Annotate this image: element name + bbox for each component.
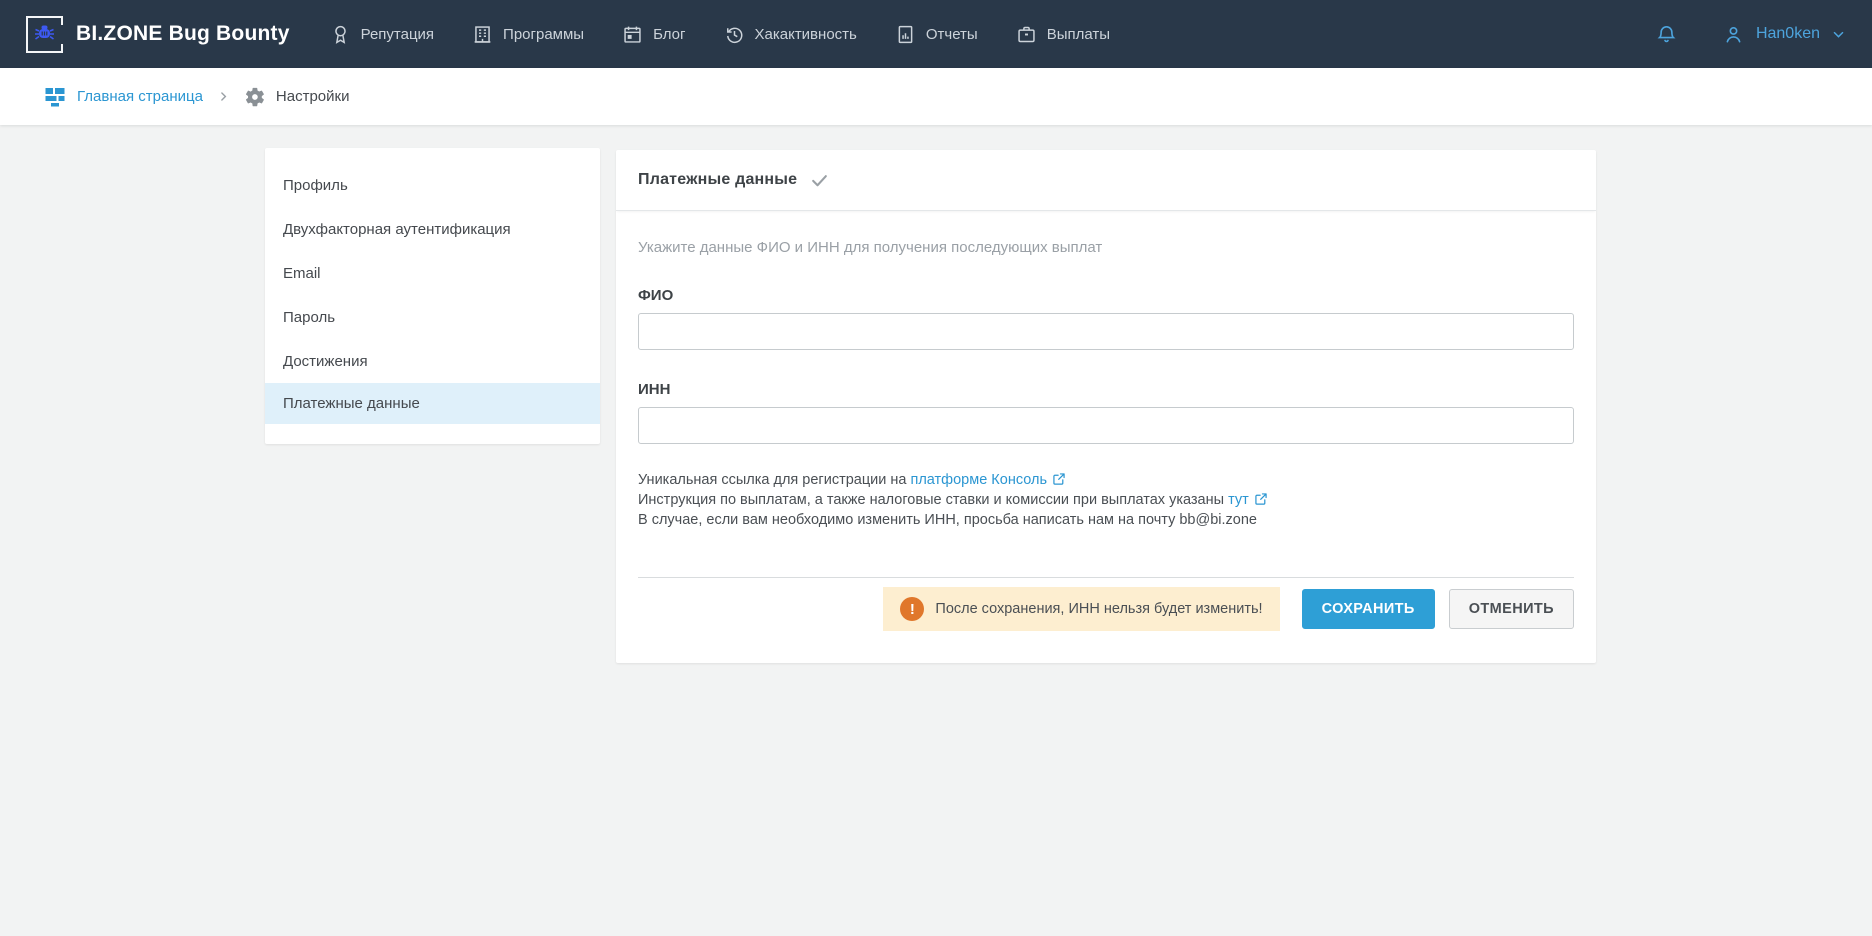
chevron-down-icon — [1831, 27, 1846, 42]
breadcrumb-current: Настройки — [244, 86, 350, 108]
breadcrumb-home[interactable]: Главная страница — [43, 85, 203, 109]
breadcrumb-current-label: Настройки — [276, 88, 350, 105]
nav-item-reports[interactable]: Отчеты — [895, 24, 978, 45]
panel-header: Платежные данные — [616, 150, 1596, 211]
info-line-2-text: Инструкция по выплатам, а также налоговы… — [638, 492, 1228, 508]
calendar-icon — [622, 24, 643, 45]
sidebar-item-email[interactable]: Email — [265, 251, 600, 295]
nav-item-label: Блог — [653, 26, 685, 43]
logo-bracket-notch — [58, 25, 66, 44]
nav-item-programs[interactable]: Программы — [472, 24, 584, 45]
top-navbar: BI.ZONE Bug Bounty Репутация Программы — [0, 0, 1872, 68]
notifications-button[interactable] — [1655, 23, 1678, 46]
warning-icon: ! — [900, 597, 924, 621]
nav-item-label: Выплаты — [1047, 26, 1110, 43]
cancel-button[interactable]: ОТМЕНИТЬ — [1449, 589, 1574, 629]
sidebar-item-2fa[interactable]: Двухфакторная аутентификация — [265, 207, 600, 251]
bell-icon — [1655, 23, 1678, 46]
medal-icon — [330, 24, 351, 45]
info-line-1-text: Уникальная ссылка для регистрации на — [638, 472, 910, 488]
nav-item-hackactivity[interactable]: Хакактивность — [724, 24, 857, 45]
console-platform-link[interactable]: платформе Консоль — [910, 472, 1047, 488]
briefcase-icon — [1016, 24, 1037, 45]
nav-item-label: Хакактивность — [755, 26, 857, 43]
main-nav: Репутация Программы Блог Хака — [330, 24, 1110, 45]
inn-input[interactable] — [638, 407, 1574, 444]
user-menu[interactable]: Han0ken — [1722, 23, 1846, 46]
info-line-2: Инструкция по выплатам, а также налоговы… — [638, 490, 1574, 510]
inn-label: ИНН — [638, 381, 1574, 398]
inn-warning: ! После сохранения, ИНН нельзя будет изм… — [883, 587, 1279, 631]
nav-item-payouts[interactable]: Выплаты — [1016, 24, 1110, 45]
sidebar-item-profile[interactable]: Профиль — [265, 163, 600, 207]
info-line-3: В случае, если вам необходимо изменить И… — [638, 510, 1574, 530]
panel-body: Укажите данные ФИО и ИНН для получения п… — [616, 239, 1596, 658]
external-link-icon[interactable] — [1254, 492, 1268, 506]
nav-item-label: Отчеты — [926, 26, 978, 43]
warning-text: После сохранения, ИНН нельзя будет измен… — [935, 601, 1262, 617]
payment-data-panel: Платежные данные Укажите данные ФИО и ИН… — [616, 150, 1596, 663]
user-name: Han0ken — [1756, 25, 1820, 43]
logo-bug-icon — [26, 16, 63, 53]
sidebar-item-achievements[interactable]: Достижения — [265, 339, 600, 383]
dashboard-icon — [43, 85, 67, 109]
fio-input[interactable] — [638, 313, 1574, 350]
breadcrumb-home-link[interactable]: Главная страница — [77, 88, 203, 105]
external-link-icon[interactable] — [1052, 472, 1066, 486]
breadcrumb: Главная страница Настройки — [0, 68, 1872, 125]
bug-glyph — [32, 24, 57, 45]
nav-item-blog[interactable]: Блог — [622, 24, 685, 45]
navbar-right: Han0ken — [1655, 23, 1846, 46]
building-icon — [472, 24, 493, 45]
panel-footer: ! После сохранения, ИНН нельзя будет изм… — [638, 587, 1574, 631]
nav-item-label: Программы — [503, 26, 584, 43]
settings-sidebar: Профиль Двухфакторная аутентификация Ema… — [265, 148, 600, 444]
logo-text: BI.ZONE Bug Bounty — [76, 22, 290, 46]
save-button[interactable]: СОХРАНИТЬ — [1302, 589, 1435, 629]
nav-item-label: Репутация — [361, 26, 434, 43]
form-hint: Укажите данные ФИО и ИНН для получения п… — [638, 239, 1574, 256]
report-icon — [895, 24, 916, 45]
panel-title: Платежные данные — [638, 171, 797, 189]
info-line-1: Уникальная ссылка для регистрации на пла… — [638, 470, 1574, 490]
fio-label: ФИО — [638, 287, 1574, 304]
gear-icon — [244, 86, 266, 108]
breadcrumb-separator-icon — [217, 90, 230, 103]
check-icon — [810, 171, 829, 190]
history-icon — [724, 24, 745, 45]
nav-item-reputation[interactable]: Репутация — [330, 24, 434, 45]
footer-divider — [638, 577, 1574, 578]
logo[interactable]: BI.ZONE Bug Bounty — [26, 16, 290, 53]
payout-instructions-link[interactable]: тут — [1228, 492, 1249, 508]
info-block: Уникальная ссылка для регистрации на пла… — [638, 470, 1574, 530]
user-icon — [1722, 23, 1745, 46]
sidebar-item-password[interactable]: Пароль — [265, 295, 600, 339]
sidebar-item-payment-data[interactable]: Платежные данные — [265, 383, 600, 424]
